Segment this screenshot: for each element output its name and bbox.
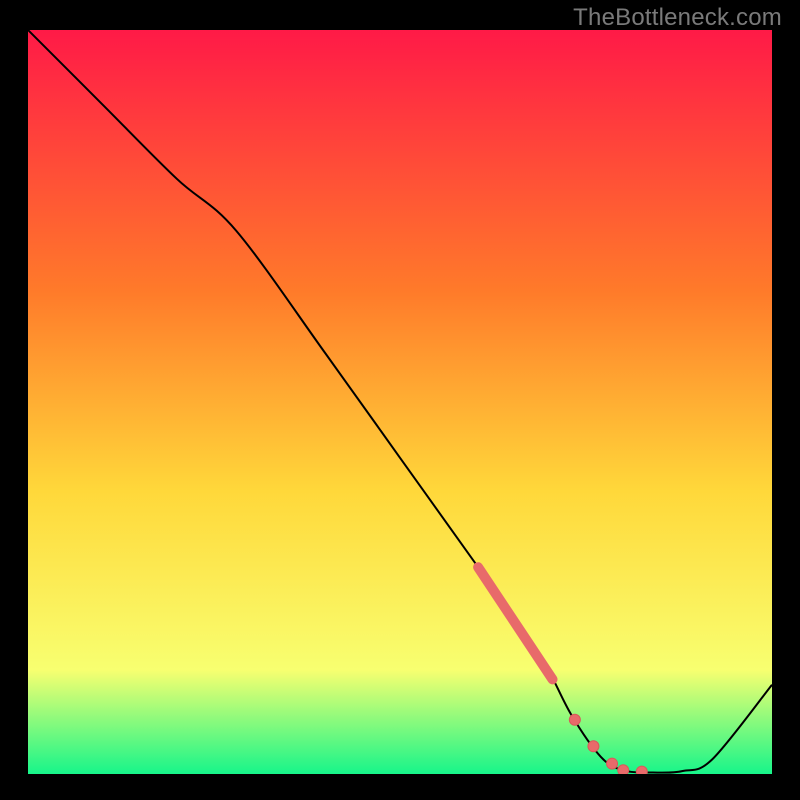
- trough-marker: [618, 765, 629, 774]
- trough-marker: [636, 766, 647, 774]
- trough-marker: [607, 758, 618, 769]
- plot-frame: [28, 30, 772, 774]
- trough-marker: [588, 741, 599, 752]
- watermark-text: TheBottleneck.com: [573, 4, 782, 32]
- trough-marker: [569, 714, 580, 725]
- bottleneck-curve-chart: [28, 30, 772, 774]
- chart-outer: TheBottleneck.com: [0, 0, 800, 800]
